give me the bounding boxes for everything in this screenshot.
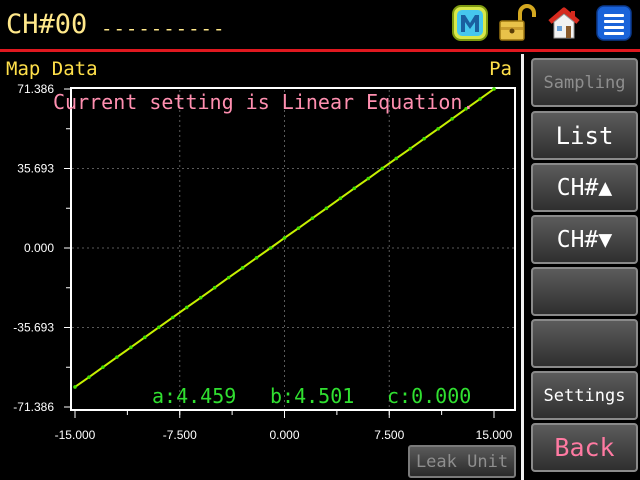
channel-name: ---------- (101, 18, 226, 40)
data-point (282, 236, 287, 240)
header-bar: CH#00 ---------- (0, 0, 640, 50)
y-tick-label: 35.693 (17, 162, 54, 176)
data-point (268, 246, 273, 250)
data-point (198, 295, 203, 300)
channel-down-button[interactable]: CH#▼ (531, 215, 638, 264)
data-point (212, 285, 217, 290)
channel-title: CH#00 (6, 9, 88, 40)
data-point (352, 186, 357, 191)
x-tick-label: 0.000 (269, 428, 299, 442)
data-point (184, 305, 189, 310)
coefficient-b: b:4.501 (270, 384, 354, 408)
channel-up-button[interactable]: CH#▲ (531, 163, 638, 212)
data-point (478, 97, 482, 101)
data-point (226, 275, 231, 280)
data-point (115, 355, 119, 359)
data-point (380, 166, 385, 171)
data-point (73, 385, 77, 389)
blank-button-2[interactable] (531, 319, 638, 368)
blank-button-1[interactable] (531, 267, 638, 316)
coefficient-a: a:4.459 (152, 384, 236, 408)
y-tick-label: -35.693 (13, 321, 54, 335)
plot-frame (70, 87, 516, 411)
data-point (310, 216, 315, 220)
data-point (324, 206, 329, 211)
data-point (436, 127, 440, 131)
lock-open-icon[interactable] (496, 3, 536, 43)
header-divider (0, 49, 640, 52)
menu-list-icon[interactable] (594, 3, 634, 43)
data-point (170, 315, 175, 320)
data-point (129, 345, 133, 350)
coefficient-c: c:0.000 (387, 384, 471, 408)
x-tick-label: -7.500 (163, 428, 197, 442)
data-point (394, 156, 399, 161)
data-point (450, 117, 454, 121)
x-tick-label: 15.000 (476, 428, 513, 442)
y-tick-label: -71.386 (13, 400, 54, 414)
data-point (492, 87, 496, 91)
x-tick-label: -15.000 (55, 428, 96, 442)
data-point (422, 136, 426, 141)
m-icon[interactable] (450, 3, 490, 43)
linear-equation-message: Current setting is Linear Equation. (53, 90, 474, 114)
y-tick-label: 0.000 (24, 241, 54, 255)
leak-unit-button[interactable]: Leak Unit (408, 445, 516, 478)
data-point (157, 325, 161, 330)
y-tick-label: 71.386 (17, 82, 54, 96)
settings-button[interactable]: Settings (531, 371, 638, 420)
data-point (366, 176, 371, 181)
data-point (143, 335, 147, 340)
data-point (101, 365, 105, 369)
data-point (240, 266, 245, 270)
panel-divider (521, 54, 524, 480)
data-point (338, 196, 343, 201)
data-point (408, 146, 413, 151)
back-button[interactable]: Back (531, 423, 638, 472)
sampling-button[interactable]: Sampling (531, 58, 638, 107)
home-icon[interactable] (544, 3, 584, 43)
data-point (296, 226, 301, 230)
list-button[interactable]: List (531, 111, 638, 160)
data-point (254, 256, 259, 260)
x-tick-label: 7.500 (374, 428, 404, 442)
map-data-chart: -15.000 -7.500 0.000 7.500 15.000 71.386 35.69… (13, 82, 516, 442)
data-point (87, 375, 91, 379)
